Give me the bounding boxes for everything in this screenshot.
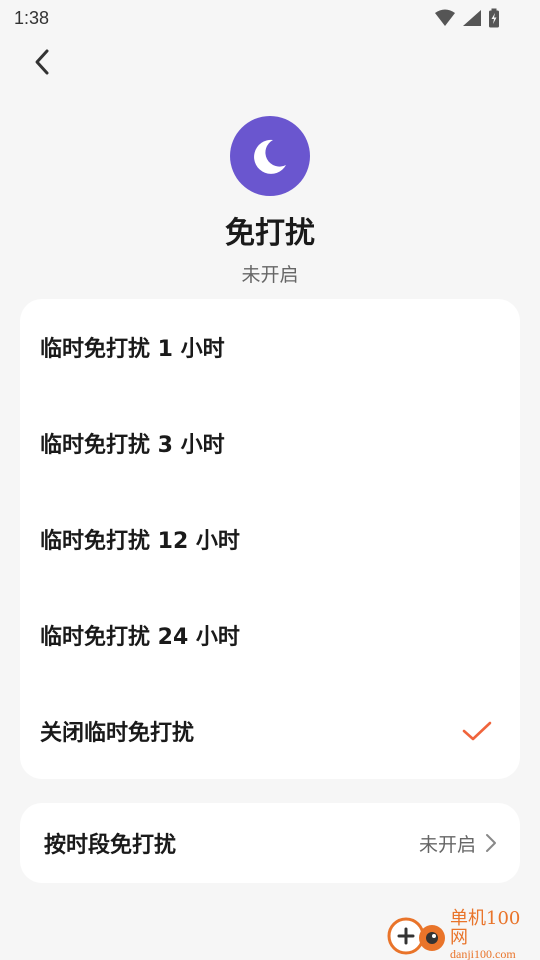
watermark: 单机100网 danji100.com	[386, 907, 538, 960]
signal-icon	[463, 10, 481, 26]
battery-icon	[489, 8, 499, 28]
moon-icon	[230, 116, 310, 196]
option-dnd-12-hours[interactable]: 临时免打扰 12 小时	[20, 491, 520, 587]
status-icons	[434, 8, 500, 28]
option-dnd-1-hour[interactable]: 临时免打扰 1 小时	[20, 299, 520, 395]
scheduled-dnd-value: 未开启	[418, 833, 476, 856]
back-button[interactable]	[22, 42, 62, 82]
watermark-text-url: danji100.com	[450, 946, 516, 960]
temporary-dnd-options: 临时免打扰 1 小时 临时免打扰 3 小时 临时免打扰 12 小时 临时免打扰 …	[20, 299, 520, 779]
option-turn-off-temporary-dnd[interactable]: 关闭临时免打扰	[20, 683, 520, 779]
scheduled-dnd-status: 未开启	[419, 830, 498, 857]
scheduled-dnd-label: 按时段免打扰	[44, 833, 177, 858]
page-title: 免打扰	[225, 216, 315, 251]
watermark-logo-icon	[386, 914, 448, 956]
option-dnd-3-hours[interactable]: 临时免打扰 3 小时	[20, 395, 520, 491]
option-label: 临时免打扰 1 小时	[40, 337, 225, 362]
option-label: 临时免打扰 24 小时	[40, 625, 240, 650]
watermark-text: 单机100网 danji100.com	[450, 907, 538, 960]
scheduled-dnd-card: 按时段免打扰 未开启	[20, 803, 520, 883]
wifi-icon	[435, 9, 455, 26]
option-dnd-24-hours[interactable]: 临时免打扰 24 小时	[20, 587, 520, 683]
option-label: 临时免打扰 12 小时	[40, 529, 240, 554]
watermark-text-cn: 单机100网	[450, 907, 521, 948]
scheduled-dnd-row[interactable]: 按时段免打扰 未开启	[20, 803, 520, 883]
option-label: 临时免打扰 3 小时	[40, 433, 225, 458]
dnd-header: 免打扰 未开启	[0, 116, 540, 287]
dnd-status-text: 未开启	[241, 264, 299, 286]
chevron-right-icon	[486, 834, 496, 852]
option-label: 关闭临时免打扰	[40, 721, 195, 746]
status-time: 1:38	[14, 7, 50, 28]
back-arrow-icon	[35, 49, 49, 75]
checkmark-icon	[462, 720, 492, 742]
status-bar: 1:38	[0, 0, 540, 36]
